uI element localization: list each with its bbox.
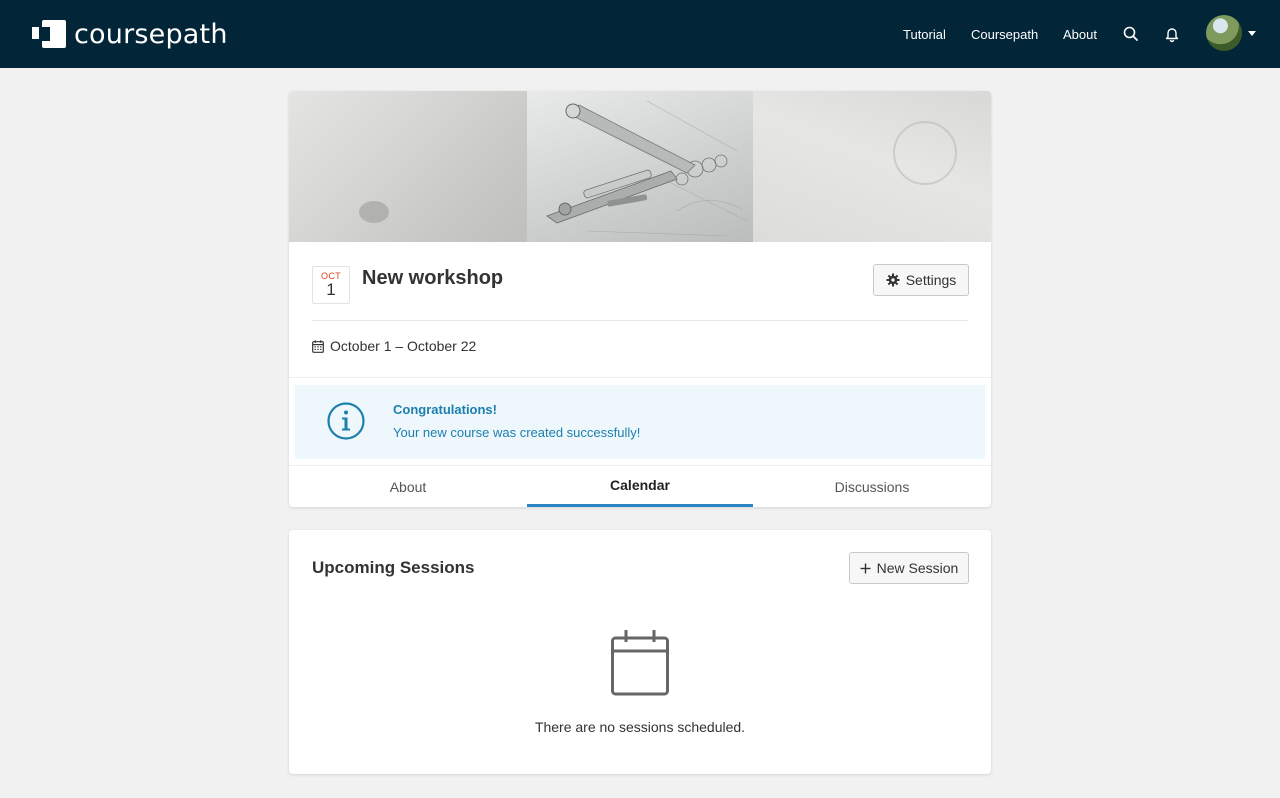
calendar-small-icon [312, 339, 324, 353]
search-icon[interactable] [1122, 25, 1140, 43]
course-date-range: October 1 – October 22 [312, 338, 476, 354]
banner-compass-image [527, 91, 753, 242]
nav-link-about[interactable]: About [1063, 27, 1097, 42]
alert-message: Your new course was created successfully… [393, 425, 641, 440]
sessions-title: Upcoming Sessions [312, 558, 475, 577]
course-card: OCT 1 New workshop Settings October 1 – … [289, 91, 991, 507]
date-range-text: October 1 – October 22 [330, 338, 477, 354]
plus-icon [860, 563, 871, 573]
divider [312, 320, 968, 321]
tab-calendar[interactable]: Calendar [527, 466, 753, 507]
upcoming-sessions-card: Upcoming Sessions New Session There are … [289, 530, 991, 774]
avatar[interactable] [1206, 15, 1242, 51]
course-tabs: About Calendar Discussions [289, 466, 991, 507]
tab-discussions[interactable]: Discussions [753, 466, 991, 507]
date-day: 1 [326, 280, 336, 299]
coursepath-logo-icon [32, 18, 66, 50]
brand-name: coursepath [74, 18, 228, 50]
calendar-empty-icon [610, 629, 670, 702]
settings-button-label: Settings [905, 272, 957, 288]
brand-link[interactable]: coursepath [32, 18, 228, 50]
banner-blur-right [753, 91, 991, 242]
info-icon [326, 401, 366, 446]
nav-link-coursepath[interactable]: Coursepath [971, 27, 1038, 42]
divider [289, 377, 991, 378]
success-alert: Congratulations! Your new course was cre… [295, 385, 985, 459]
gear-icon [886, 273, 900, 287]
course-banner-image [289, 91, 991, 242]
empty-sessions-text: There are no sessions scheduled. [534, 719, 746, 735]
tab-about[interactable]: About [289, 466, 527, 507]
bell-icon[interactable] [1163, 25, 1181, 43]
top-navbar: coursepath Tutorial Coursepath About [0, 0, 1280, 68]
new-session-label: New Session [876, 560, 959, 576]
course-date-badge: OCT 1 [312, 266, 350, 304]
settings-button[interactable]: Settings [873, 264, 969, 296]
new-session-button[interactable]: New Session [849, 552, 969, 584]
course-title: New workshop [362, 267, 504, 289]
nav-link-tutorial[interactable]: Tutorial [903, 27, 946, 42]
banner-blur-left [289, 91, 527, 242]
alert-title: Congratulations! [393, 402, 497, 417]
caret-down-icon[interactable] [1248, 31, 1256, 36]
